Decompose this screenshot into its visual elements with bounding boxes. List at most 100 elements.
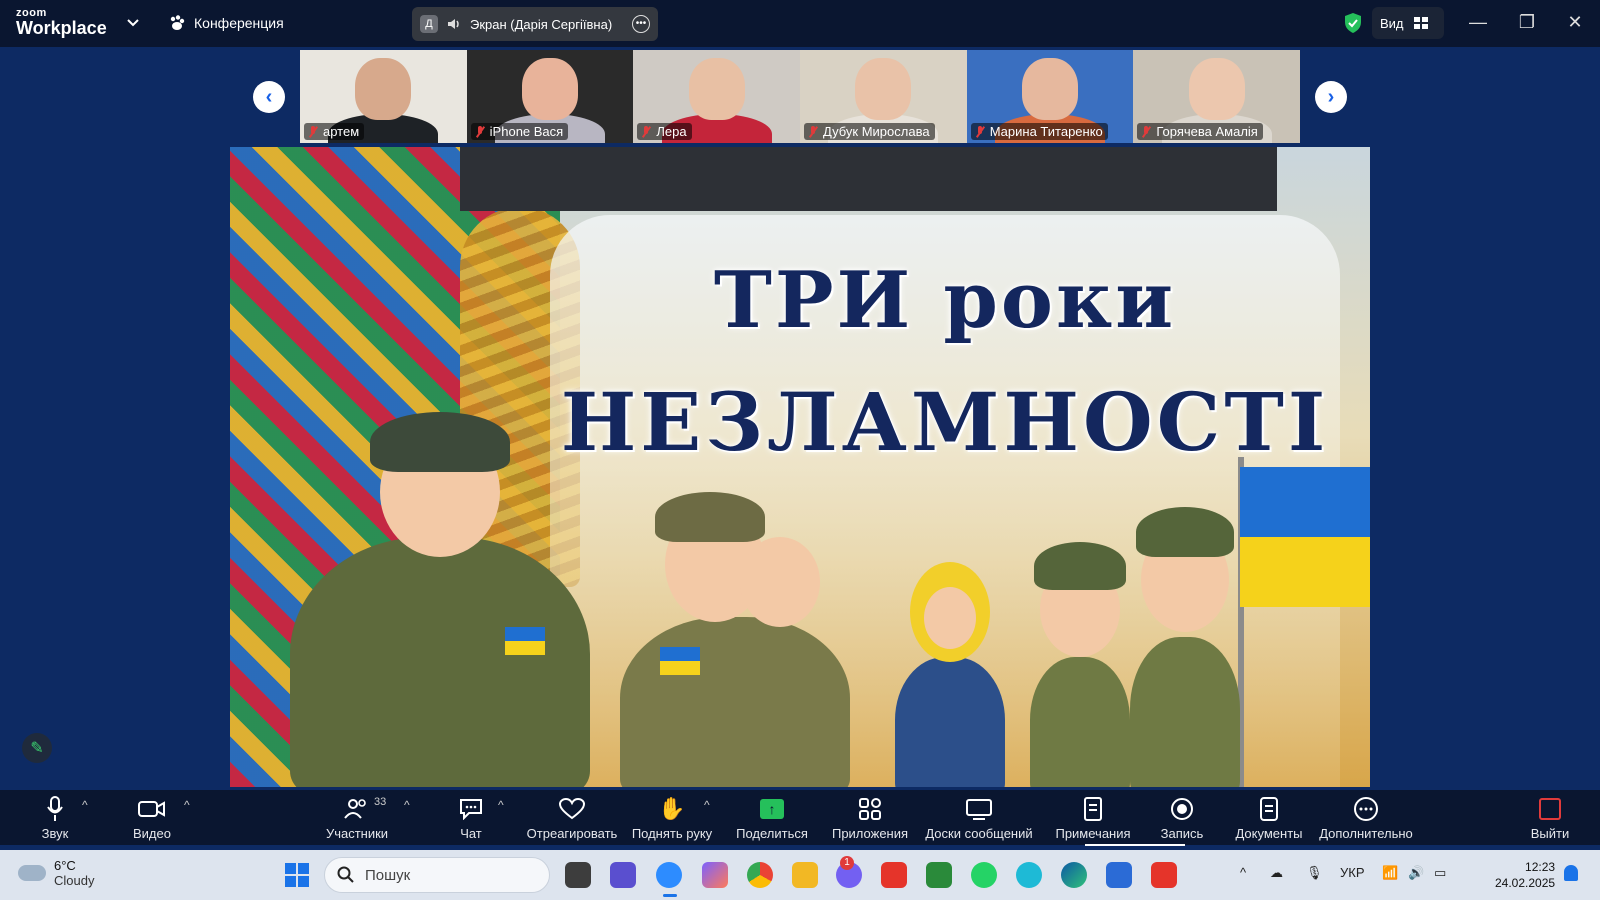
participants-options-caret[interactable]: ^ bbox=[404, 798, 410, 812]
leave-button[interactable]: Выйти bbox=[1530, 790, 1570, 845]
slide-title-line2: НЕЗЛАМНОСТІ bbox=[560, 375, 1330, 469]
vivaldi-icon[interactable] bbox=[881, 862, 907, 888]
chevron-down-icon[interactable] bbox=[126, 15, 140, 29]
view-button[interactable]: Вид bbox=[1372, 7, 1444, 39]
participant-name-tag: Марина Титаренко bbox=[970, 123, 1108, 140]
participant-tile[interactable]: Лера bbox=[633, 50, 801, 143]
participants-count: 33 bbox=[374, 796, 387, 808]
mic-tray-icon[interactable]: 🎙 bbox=[1306, 865, 1323, 881]
share-screen-button[interactable]: ↑ Поделиться bbox=[736, 790, 808, 845]
participant-name-tag: артем bbox=[304, 123, 365, 140]
chat-icon bbox=[459, 794, 483, 824]
battery-icon[interactable]: ▭ bbox=[1434, 865, 1446, 881]
heart-icon bbox=[559, 794, 585, 824]
soldier-saluting bbox=[290, 412, 590, 787]
participant-tile[interactable]: артем bbox=[300, 50, 467, 143]
participant-video-face bbox=[855, 58, 912, 120]
show-hidden-icons-chevron[interactable]: ^ bbox=[1240, 865, 1246, 880]
canva-icon[interactable] bbox=[1016, 862, 1042, 888]
file-explorer-icon[interactable] bbox=[792, 862, 818, 888]
apps-icon bbox=[858, 794, 882, 824]
participant-tile[interactable]: Марина Титаренко bbox=[966, 50, 1134, 143]
system-clock[interactable]: 12:23 24.02.2025 bbox=[1495, 859, 1555, 891]
audio-button[interactable]: Звук bbox=[36, 790, 74, 845]
participant-tile[interactable]: iPhone Вася bbox=[466, 50, 634, 143]
notification-bell-icon[interactable] bbox=[1564, 865, 1578, 881]
video-options-caret[interactable]: ^ bbox=[184, 798, 190, 812]
copilot-icon[interactable] bbox=[702, 862, 728, 888]
reactions-options-caret[interactable]: ^ bbox=[704, 798, 710, 812]
annotate-pen-button[interactable]: ✎ bbox=[22, 733, 52, 763]
next-page-arrow[interactable]: › bbox=[1315, 81, 1347, 113]
react-button[interactable]: Отреагировать bbox=[527, 790, 617, 845]
participant-tile[interactable]: Горячева Амалія bbox=[1133, 50, 1301, 143]
meeting-info[interactable]: Конференция bbox=[168, 14, 284, 32]
green-app-icon[interactable] bbox=[926, 862, 952, 888]
participant-video-face bbox=[355, 58, 412, 120]
participant-video-face bbox=[1188, 58, 1245, 120]
viber-badge: 1 bbox=[840, 856, 854, 870]
wps-icon[interactable] bbox=[1151, 862, 1177, 888]
zoom-workplace-logo[interactable]: zoom Workplace bbox=[16, 8, 107, 38]
participant-video-face bbox=[522, 58, 578, 120]
muted-mic-icon bbox=[474, 125, 486, 138]
taskbar-search[interactable]: Пошук bbox=[324, 857, 550, 893]
minimize-icon[interactable]: — bbox=[1466, 10, 1490, 34]
apps-button[interactable]: Приложения bbox=[830, 790, 910, 845]
chevron-right-icon: › bbox=[1327, 86, 1335, 108]
start-button-windows-icon[interactable] bbox=[285, 863, 309, 887]
video-button[interactable]: Видео bbox=[128, 790, 176, 845]
screen-share-label: Экран (Дарія Сергіївна) bbox=[470, 16, 613, 32]
wifi-icon[interactable]: 📶 bbox=[1382, 865, 1398, 881]
whiteboard-icon bbox=[965, 794, 993, 824]
participant-name-tag: Лера bbox=[637, 123, 692, 140]
participant-video-face bbox=[688, 58, 745, 120]
chevron-left-icon: ‹ bbox=[265, 86, 273, 108]
chat-options-caret[interactable]: ^ bbox=[498, 798, 504, 812]
volume-icon[interactable]: 🔊 bbox=[1408, 865, 1424, 881]
whatsapp-icon[interactable] bbox=[971, 862, 997, 888]
participant-name: iPhone Вася bbox=[489, 124, 564, 139]
boy-soldier bbox=[1130, 507, 1240, 787]
speaker-icon bbox=[448, 19, 459, 29]
encryption-shield-icon[interactable] bbox=[1343, 12, 1363, 34]
shared-screen[interactable]: ТРИ роки НЕЗЛАМНОСТІ bbox=[230, 147, 1370, 787]
chat-button[interactable]: Чат bbox=[455, 790, 487, 845]
muted-mic-icon bbox=[807, 125, 819, 138]
whiteboards-button[interactable]: Доски сообщений bbox=[924, 790, 1034, 845]
more-options-icon[interactable]: ••• bbox=[632, 15, 650, 33]
record-button[interactable]: Запись bbox=[1160, 790, 1204, 845]
weather-widget[interactable]: 6°C Cloudy bbox=[18, 858, 94, 888]
prev-page-arrow[interactable]: ‹ bbox=[253, 81, 285, 113]
presenter-avatar: Д bbox=[420, 15, 438, 33]
chrome-icon[interactable] bbox=[747, 862, 773, 888]
participant-tile[interactable]: Дубук Мирослава bbox=[800, 50, 967, 143]
audio-options-caret[interactable]: ^ bbox=[82, 798, 88, 812]
documents-button[interactable]: Документы bbox=[1234, 790, 1304, 845]
search-icon bbox=[337, 866, 354, 883]
windows-taskbar: 6°C Cloudy Пошук 1 ^ ☁ 🎙 УКР 📶 🔊 ▭ 12:23… bbox=[0, 850, 1600, 900]
notes-icon bbox=[1082, 794, 1104, 824]
task-view-icon[interactable] bbox=[565, 862, 591, 888]
edge-icon[interactable] bbox=[1061, 862, 1087, 888]
screen-share-indicator[interactable]: Д Экран (Дарія Сергіївна) ••• bbox=[412, 7, 658, 41]
document-app-icon[interactable] bbox=[1106, 862, 1132, 888]
raise-hand-button[interactable]: ✋ Поднять руку bbox=[628, 790, 716, 845]
onedrive-icon[interactable]: ☁ bbox=[1270, 865, 1283, 881]
hand-icon: ✋ bbox=[658, 796, 686, 821]
zoom-app-icon[interactable] bbox=[656, 862, 682, 888]
notes-button[interactable]: Примечания bbox=[1053, 790, 1133, 845]
participant-name: Лера bbox=[656, 124, 687, 139]
teams-icon[interactable] bbox=[610, 862, 636, 888]
more-icon bbox=[1353, 794, 1379, 824]
exit-icon bbox=[1539, 798, 1561, 820]
more-button[interactable]: Дополнительно bbox=[1318, 790, 1414, 845]
participant-name: Марина Титаренко bbox=[989, 124, 1103, 139]
language-indicator[interactable]: УКР bbox=[1340, 865, 1365, 880]
close-icon[interactable]: ✕ bbox=[1563, 10, 1587, 34]
cloud-icon bbox=[18, 865, 46, 881]
title-bar: zoom Workplace Конференция Д Экран (Дарі… bbox=[0, 0, 1600, 47]
muted-mic-icon bbox=[974, 125, 986, 138]
notes-active-indicator bbox=[1085, 844, 1185, 846]
restore-icon[interactable]: ❐ bbox=[1515, 10, 1539, 34]
